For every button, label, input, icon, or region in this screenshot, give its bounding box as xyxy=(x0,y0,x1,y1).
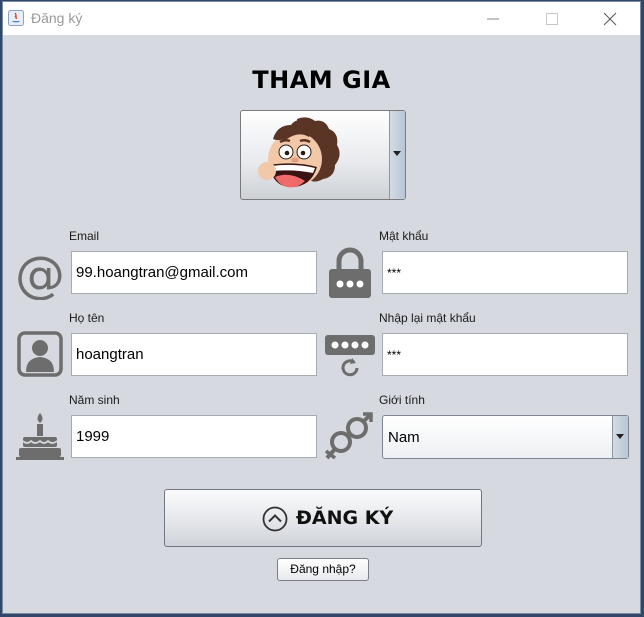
fullname-field[interactable] xyxy=(71,333,317,376)
title-bar: Đăng ký xyxy=(3,2,640,35)
window-title: Đăng ký xyxy=(31,10,83,26)
email-field[interactable] xyxy=(71,251,317,294)
register-window: Đăng ký THAM GIA @ Email 99.hoangtran@gm… xyxy=(2,1,641,614)
chevron-up-circle-icon xyxy=(262,506,288,532)
password-field[interactable] xyxy=(382,251,628,294)
maximize-button[interactable] xyxy=(530,2,576,35)
at-sign-icon: @ xyxy=(15,250,65,300)
birth-year-field[interactable] xyxy=(71,415,317,458)
minimize-icon xyxy=(487,18,499,20)
gender-select[interactable]: Nam xyxy=(382,415,629,459)
confirm-password-label: Nhập lại mật khẩu xyxy=(379,311,476,325)
register-button-label: ĐĂNG KÝ xyxy=(296,507,394,529)
email-label: Email xyxy=(69,229,100,243)
java-app-icon xyxy=(8,10,24,26)
gender-selected-value: Nam xyxy=(388,429,420,446)
close-button[interactable] xyxy=(588,2,634,35)
chevron-down-icon xyxy=(616,434,624,439)
user-icon xyxy=(17,331,63,377)
avatar-dropdown-arrow[interactable] xyxy=(389,111,405,199)
maximize-icon xyxy=(546,13,558,25)
password-label: Mật khẩu xyxy=(379,229,429,243)
page-title: THAM GIA xyxy=(252,66,391,94)
confirm-password-field[interactable] xyxy=(382,333,628,376)
gender-dropdown-arrow[interactable] xyxy=(612,416,628,458)
gender-label: Giới tính xyxy=(379,393,425,407)
minimize-button[interactable] xyxy=(471,2,517,35)
padlock-icon xyxy=(329,247,371,298)
gender-icon xyxy=(324,412,373,460)
password-reset-icon xyxy=(325,335,375,377)
fullname-label: Họ tên xyxy=(69,311,105,325)
svg-text:@: @ xyxy=(15,250,65,300)
cartoon-avatar-icon xyxy=(258,117,340,188)
register-button[interactable]: ĐĂNG KÝ xyxy=(164,489,482,547)
birth-year-label: Năm sinh xyxy=(69,393,120,407)
close-icon xyxy=(603,12,617,26)
birthday-cake-icon xyxy=(16,413,64,460)
login-button[interactable]: Đăng nhập? xyxy=(277,558,369,581)
avatar-picker[interactable] xyxy=(240,110,406,200)
chevron-down-icon xyxy=(393,151,401,156)
